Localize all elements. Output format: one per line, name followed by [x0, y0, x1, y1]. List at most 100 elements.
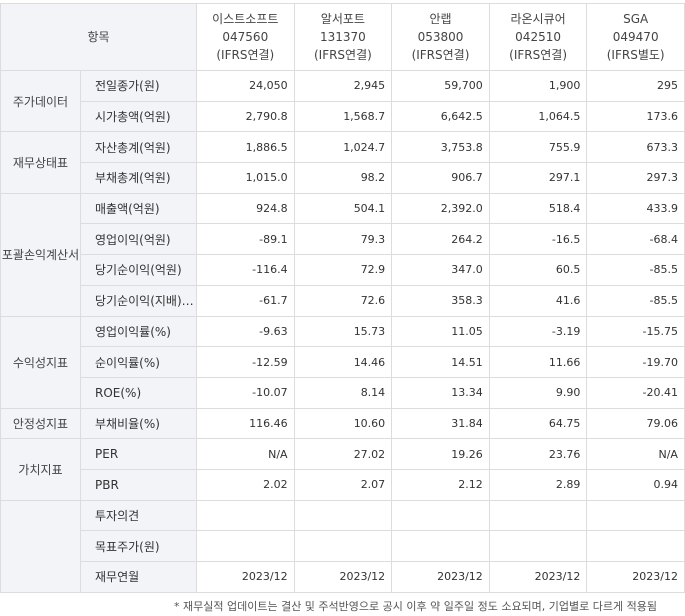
value-cell: 358.3	[391, 284, 490, 317]
row-label: 전일종가(원)	[80, 70, 197, 102]
value-cell: 24,050	[196, 70, 295, 102]
row-label: 영업이익(억원)	[80, 223, 197, 256]
value-cell: 98.2	[293, 162, 393, 194]
value-cell: 0.94	[586, 468, 685, 501]
value-cell: 1,568.7	[293, 100, 393, 133]
company-header: 알서포트 131370 (IFRS연결)	[293, 3, 393, 71]
row-label: 자산총계(억원)	[80, 131, 197, 164]
value-cell: 2023/12	[586, 561, 685, 593]
company-code: 049470	[612, 30, 659, 44]
table-row: 영업이익(억원) -89.1 79.3 264.2 -16.5 -68.4	[1, 223, 685, 256]
value-cell: 347.0	[391, 254, 490, 286]
value-cell: -15.75	[586, 315, 685, 348]
value-cell: 2.07	[293, 468, 393, 501]
value-cell: 15.73	[293, 315, 393, 348]
table-row: 투자의견	[0, 499, 685, 593]
value-cell: 116.46	[196, 407, 295, 440]
table-row: 재무연월 2023/12 2023/12 2023/12 2023/12 2023/12	[1, 561, 685, 593]
row-label: ROE(%)	[80, 376, 197, 409]
table-row: 안정성지표 부채비율(%) 116.46 10.60 31.84 64.75 79.06	[0, 407, 685, 440]
value-cell: -12.59	[196, 346, 295, 378]
value-cell: 504.1	[293, 192, 393, 225]
company-name: 알서포트	[320, 12, 365, 26]
value-cell: 755.9	[488, 131, 588, 164]
value-cell	[391, 499, 490, 532]
company-code: 042510	[515, 30, 561, 44]
value-cell: 297.3	[586, 162, 685, 194]
value-cell: 906.7	[391, 162, 490, 194]
value-cell: 72.6	[293, 284, 393, 317]
value-cell: 1,886.5	[196, 131, 295, 164]
value-cell	[196, 530, 295, 562]
row-label: 재무연월	[80, 561, 197, 593]
category-cell: 재무상태표	[0, 131, 81, 194]
value-cell: 2,790.8	[196, 100, 295, 133]
value-cell: 79.06	[586, 407, 685, 440]
value-cell: 2023/12	[488, 561, 588, 593]
value-cell: 23.76	[488, 438, 588, 470]
table-row: 부채총계(억원) 1,015.0 98.2 906.7 297.1 297.3	[1, 162, 685, 194]
value-cell: 297.1	[488, 162, 588, 194]
value-cell: 2.89	[488, 468, 588, 501]
value-cell: -85.5	[586, 254, 685, 286]
row-label: PER	[80, 438, 197, 470]
value-cell: 79.3	[293, 223, 393, 256]
value-cell: 11.05	[391, 315, 490, 348]
value-cell: 1,015.0	[196, 162, 295, 194]
category-cell: 포괄손익계산서	[0, 192, 81, 317]
value-cell: 2,392.0	[391, 192, 490, 225]
value-cell	[293, 499, 393, 532]
company-name: 안랩	[429, 12, 452, 26]
value-cell	[488, 530, 588, 562]
value-cell: 673.3	[586, 131, 685, 164]
value-cell: -61.7	[196, 284, 295, 317]
value-cell: 31.84	[391, 407, 490, 440]
row-label: 부채총계(억원)	[80, 162, 197, 194]
value-cell	[196, 499, 295, 532]
company-header: 이스트소프트 047560 (IFRS연결)	[196, 3, 295, 71]
company-basis: (IFRS연결)	[216, 48, 275, 62]
value-cell: 518.4	[488, 192, 588, 225]
row-label: PBR	[80, 468, 197, 501]
value-cell: 60.5	[488, 254, 588, 286]
value-cell: 3,753.8	[391, 131, 490, 164]
value-cell: -9.63	[196, 315, 295, 348]
company-header: 안랩 053800 (IFRS연결)	[391, 3, 490, 71]
value-cell: -16.5	[488, 223, 588, 256]
value-cell: 264.2	[391, 223, 490, 256]
row-label: 당기순이익(억원)	[80, 254, 197, 286]
value-cell: -89.1	[196, 223, 295, 256]
value-cell: N/A	[586, 438, 685, 470]
table-row: 당기순이익(지배)… -61.7 72.6 358.3 41.6 -85.5	[1, 284, 685, 317]
row-label: 영업이익률(%)	[80, 315, 197, 348]
company-basis: (IFRS연결)	[313, 48, 372, 62]
company-code: 047560	[222, 30, 269, 44]
table-row: ROE(%) -10.07 8.14 13.34 9.90 -20.41	[1, 376, 685, 409]
value-cell: 64.75	[488, 407, 588, 440]
value-cell: -116.4	[196, 254, 295, 286]
value-cell: 14.51	[391, 346, 490, 378]
value-cell	[586, 530, 685, 562]
table-row: 수익성지표 영업이익률(%) -9.63 15.73 11.05 -3.19 -15.75	[0, 315, 685, 409]
row-label: 매출액(억원)	[80, 192, 197, 225]
table-row: 주가데이터 전일종가(원) 24,050 2,945 59,700 1,900 295	[0, 69, 685, 133]
value-cell: 6,642.5	[391, 100, 490, 133]
value-cell: 10.60	[293, 407, 393, 440]
peer-comparison-table: 항목 이스트소프트 047560 (IFRS연결) 알서포트 131370 (I…	[0, 3, 685, 593]
row-label: 목표주가(원)	[80, 530, 197, 562]
table-row: 순이익률(%) -12.59 14.46 14.51 11.66 -19.70	[1, 346, 685, 378]
value-cell: 1,064.5	[488, 100, 588, 133]
value-cell: 9.90	[488, 376, 588, 409]
table-row: 포괄손익계산서 매출액(억원) 924.8 504.1 2,392.0 518.4 433.…	[0, 192, 685, 317]
value-cell: -3.19	[488, 315, 588, 348]
value-cell: 173.6	[586, 100, 685, 133]
value-cell: 1,900	[488, 70, 588, 102]
category-cell	[0, 499, 81, 593]
value-cell: 13.34	[391, 376, 490, 409]
company-basis: (IFRS연결)	[509, 48, 567, 62]
company-name: 이스트소프트	[212, 12, 279, 26]
value-cell: 2023/12	[293, 561, 393, 593]
value-cell: 27.02	[293, 438, 393, 470]
row-label: 투자의견	[80, 499, 197, 532]
value-cell: 72.9	[293, 254, 393, 286]
